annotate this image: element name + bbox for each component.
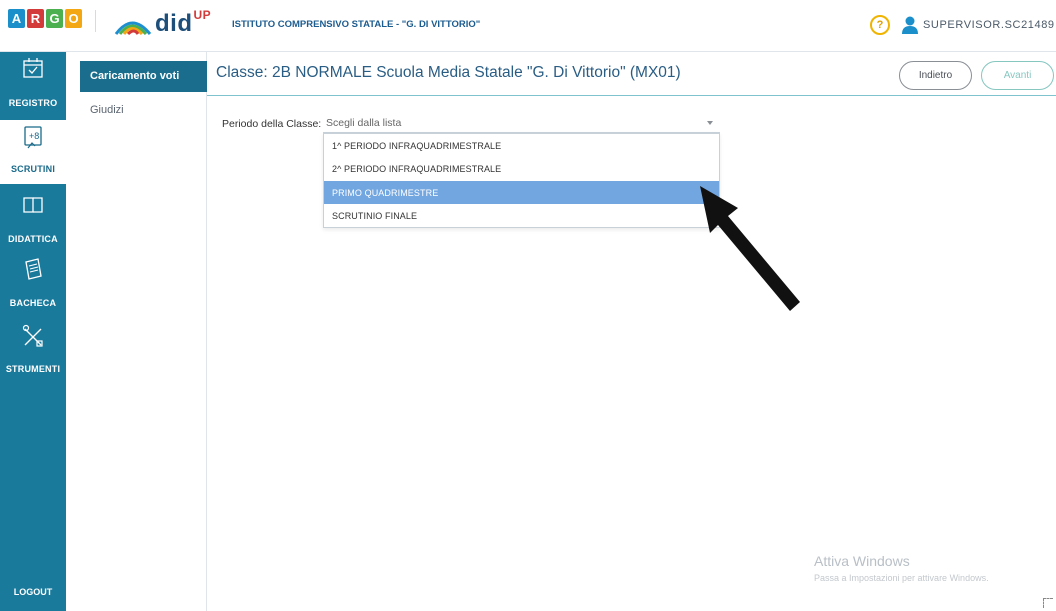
calendar-check-icon — [23, 58, 43, 78]
username-label[interactable]: SUPERVISOR.SC21489 — [923, 19, 1055, 31]
annotation-arrow-icon — [700, 186, 800, 311]
sidebar-item-label: DIDATTICA — [8, 234, 58, 244]
dropdown-option[interactable]: 1^ PERIODO INFRAQUADRIMESTRALE — [324, 134, 719, 157]
grade-plus-icon: +8 — [24, 126, 42, 149]
top-bar: A R G O didUP ISTITUTO COMPRENSIVO STATA… — [0, 0, 1056, 52]
svg-text:+8: +8 — [29, 131, 39, 141]
period-dropdown-list: 1^ PERIODO INFRAQUADRIMESTRALE 2^ PERIOD… — [323, 133, 720, 228]
argo-logo-letter-o: O — [65, 9, 82, 28]
period-select-value: Scegli dalla lista — [326, 117, 402, 129]
school-name: ISTITUTO COMPRENSIVO STATALE - "G. DI VI… — [232, 19, 481, 30]
period-label: Periodo della Classe: — [222, 118, 322, 130]
sidebar-item-registro[interactable]: REGISTRO — [0, 52, 66, 116]
windows-watermark-title: Attiva Windows — [814, 553, 910, 569]
argo-logo-letter-a: A — [8, 9, 25, 28]
back-button[interactable]: Indietro — [899, 61, 972, 90]
sidebar-item-label: STRUMENTI — [5, 364, 61, 374]
sidebar-item-label: BACHECA — [9, 298, 57, 308]
main-sidebar: REGISTRO +8 SCRUTINI DIDATTICA BACHECA S… — [0, 52, 66, 611]
sidebar-item-label: REGISTRO — [8, 98, 58, 108]
chevron-down-icon[interactable] — [707, 121, 713, 125]
notepad-icon — [25, 258, 42, 280]
argo-logo[interactable]: A R G O — [8, 9, 82, 28]
sidebar-item-didattica[interactable]: DIDATTICA — [0, 188, 66, 252]
argo-logo-letter-r: R — [27, 9, 44, 28]
submenu-item-caricamento-voti[interactable]: Caricamento voti — [80, 61, 207, 92]
header-divider — [95, 10, 96, 32]
sidebar-item-strumenti[interactable]: STRUMENTI — [0, 320, 66, 384]
book-icon — [23, 197, 43, 213]
period-select[interactable]: Scegli dalla lista — [323, 113, 720, 133]
page-title: Classe: 2B NORMALE Scuola Media Statale … — [216, 64, 681, 81]
expand-corner-icon — [1043, 598, 1053, 608]
dropdown-option[interactable]: SCRUTINIO FINALE — [324, 204, 719, 227]
sidebar-item-bacheca[interactable]: BACHECA — [0, 252, 66, 316]
dropdown-option-highlighted[interactable]: PRIMO QUADRIMESTRE — [324, 181, 719, 204]
sidebar-item-scrutini[interactable]: +8 SCRUTINI — [0, 120, 66, 184]
logout-button[interactable]: LOGOUT — [0, 587, 66, 597]
app-superscript: UP — [193, 8, 212, 22]
user-icon[interactable] — [899, 14, 921, 36]
help-icon[interactable]: ? — [870, 15, 890, 35]
tools-icon — [22, 324, 43, 347]
next-button[interactable]: Avanti — [981, 61, 1054, 90]
sidebar-item-label: SCRUTINI — [10, 164, 56, 174]
header-divider-line — [207, 95, 1056, 96]
app-name: did — [155, 10, 193, 37]
windows-watermark-subtitle: Passa a Impostazioni per attivare Window… — [814, 573, 989, 583]
argo-logo-letter-g: G — [46, 9, 63, 28]
dropdown-option[interactable]: 2^ PERIODO INFRAQUADRIMESTRALE — [324, 157, 719, 180]
didup-logo-text: didUP — [155, 8, 211, 38]
submenu-item-giudizi[interactable]: Giudizi — [90, 104, 124, 116]
secondary-menu: Caricamento voti Giudizi — [66, 52, 207, 611]
